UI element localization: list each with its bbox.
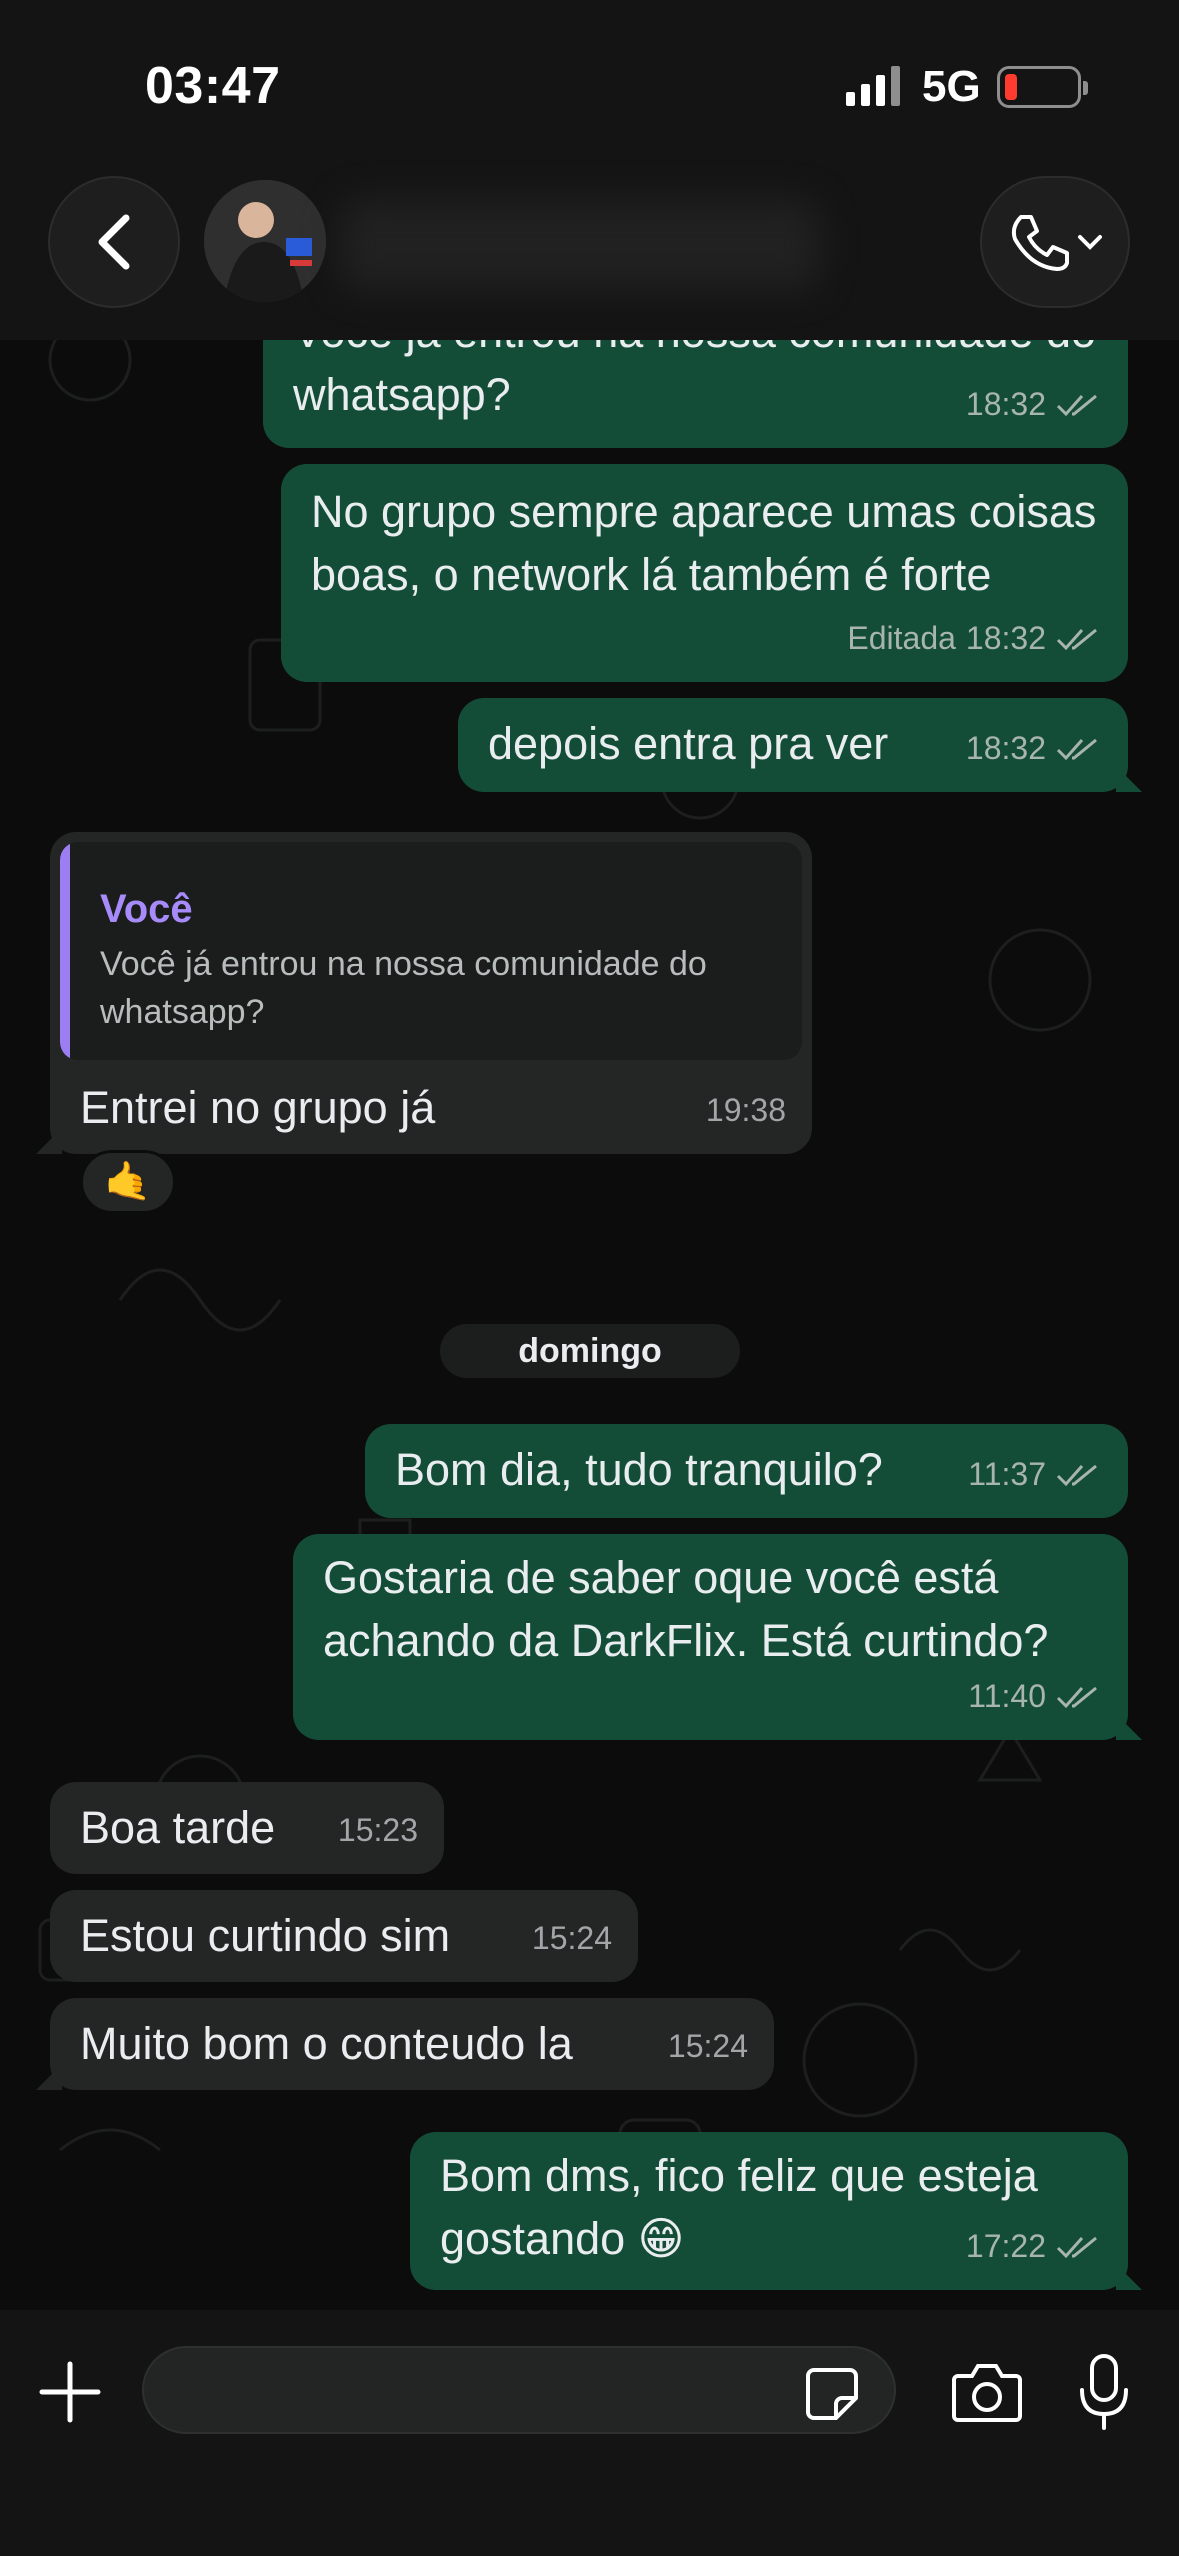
bubble-tail (1116, 766, 1142, 792)
double-check-icon (1056, 738, 1097, 760)
camera-icon[interactable] (950, 2360, 1024, 2424)
message-meta: 11:37 (968, 1443, 1102, 1506)
message-meta: 18:32 (966, 373, 1102, 436)
double-check-icon (1056, 628, 1097, 650)
message-time: 19:38 (705, 1092, 786, 1128)
message-time: 15:23 (337, 1812, 418, 1848)
message-meta: 15:23 (338, 1799, 418, 1862)
chat-header: 03:47 5G (0, 0, 1179, 340)
edited-label: Editada (847, 620, 956, 656)
quote-author: Você (100, 887, 193, 931)
message-meta: 15:24 (532, 1907, 612, 1970)
message-bubble-incoming-reply[interactable]: Você Você já entrou na nossa comunidade … (36, 832, 812, 1154)
message-time: 18:32 (965, 386, 1046, 422)
message-time: 15:24 (531, 1920, 612, 1956)
message-composer (0, 2310, 1179, 2556)
quoted-message[interactable]: Você Você já entrou na nossa comunidade … (60, 842, 802, 1060)
message-time: 18:32 (965, 730, 1046, 766)
phone-icon (1011, 215, 1069, 271)
message-meta: Editada 18:32 (847, 607, 1102, 670)
plus-icon[interactable] (38, 2360, 102, 2424)
message-meta: 18:32 (966, 717, 1102, 780)
message-time: 18:32 (965, 620, 1046, 656)
message-bubble-outgoing[interactable]: depois entra pra ver 18:32 (458, 698, 1142, 792)
message-text: Estou curtindo sim (80, 1910, 451, 1961)
contact-avatar[interactable] (204, 180, 326, 302)
date-separator-label: domingo (518, 1331, 662, 1370)
bubble-tail (1116, 1714, 1142, 1740)
message-text: Gostaria de saber oque você está achando… (323, 1552, 1049, 1666)
network-type: 5G (922, 62, 981, 111)
back-button[interactable] (48, 176, 180, 308)
double-check-icon (1056, 2236, 1097, 2258)
date-separator: domingo (440, 1324, 740, 1378)
message-bubble-incoming[interactable]: Boa tarde 15:23 (50, 1782, 444, 1874)
message-meta: 17:22 (966, 2215, 1102, 2278)
message-bubble-outgoing[interactable]: Bom dms, fico feliz que esteja gostando … (410, 2132, 1142, 2290)
double-check-icon (1056, 1686, 1097, 1708)
message-bubble-incoming[interactable]: Muito bom o conteudo la 15:24 (36, 1998, 774, 2090)
double-check-icon (1056, 394, 1097, 416)
double-check-icon (1056, 1464, 1097, 1486)
reaction-badge[interactable]: 🤙 (80, 1150, 176, 1214)
bubble-tail (1116, 2264, 1142, 2290)
message-bubble-incoming[interactable]: Estou curtindo sim 15:24 (50, 1890, 638, 1982)
message-input[interactable] (142, 2346, 896, 2434)
message-time: 11:37 (968, 1456, 1046, 1492)
message-meta: 15:24 (668, 2015, 748, 2078)
message-text: Entrei no grupo já (80, 1082, 436, 1133)
status-bar-time: 03:47 (145, 57, 281, 115)
message-time: 11:40 (968, 1678, 1046, 1714)
avatar-photo (204, 180, 326, 302)
sticker-icon[interactable] (804, 2366, 860, 2422)
bubble-tail (36, 2064, 62, 2090)
battery-level (1005, 74, 1017, 100)
contact-name-blurred[interactable] (340, 200, 820, 290)
battery-nub (1083, 81, 1088, 95)
message-bubble-outgoing[interactable]: Bom dia, tudo tranquilo? 11:37 (365, 1424, 1128, 1518)
chevron-left-icon (98, 214, 130, 270)
chevron-down-icon (1078, 235, 1102, 250)
reaction-emoji: 🤙 (104, 1161, 152, 1203)
bubble-tail (36, 1128, 62, 1154)
microphone-icon[interactable] (1074, 2352, 1134, 2432)
message-time: 17:22 (965, 2228, 1046, 2264)
quote-text: Você já entrou na nossa comunidade do wh… (100, 945, 707, 1031)
battery-icon (997, 66, 1088, 108)
cellular-signal-icon (846, 66, 900, 106)
call-button[interactable] (980, 176, 1130, 308)
message-meta: 11:40 (968, 1665, 1102, 1728)
chat-area[interactable]: Você já entrou na nossa comunidade do wh… (0, 0, 1179, 2310)
message-bubble-outgoing[interactable]: No grupo sempre aparece umas coisas boas… (281, 464, 1128, 682)
message-text: Muito bom o conteudo la (80, 2018, 573, 2069)
message-bubble-outgoing[interactable]: Gostaria de saber oque você está achando… (293, 1534, 1142, 1740)
message-text: No grupo sempre aparece umas coisas boas… (311, 486, 1097, 600)
message-time: 15:24 (667, 2028, 748, 2064)
message-meta: 19:38 (706, 1079, 786, 1142)
quote-accent-bar (60, 842, 70, 1060)
